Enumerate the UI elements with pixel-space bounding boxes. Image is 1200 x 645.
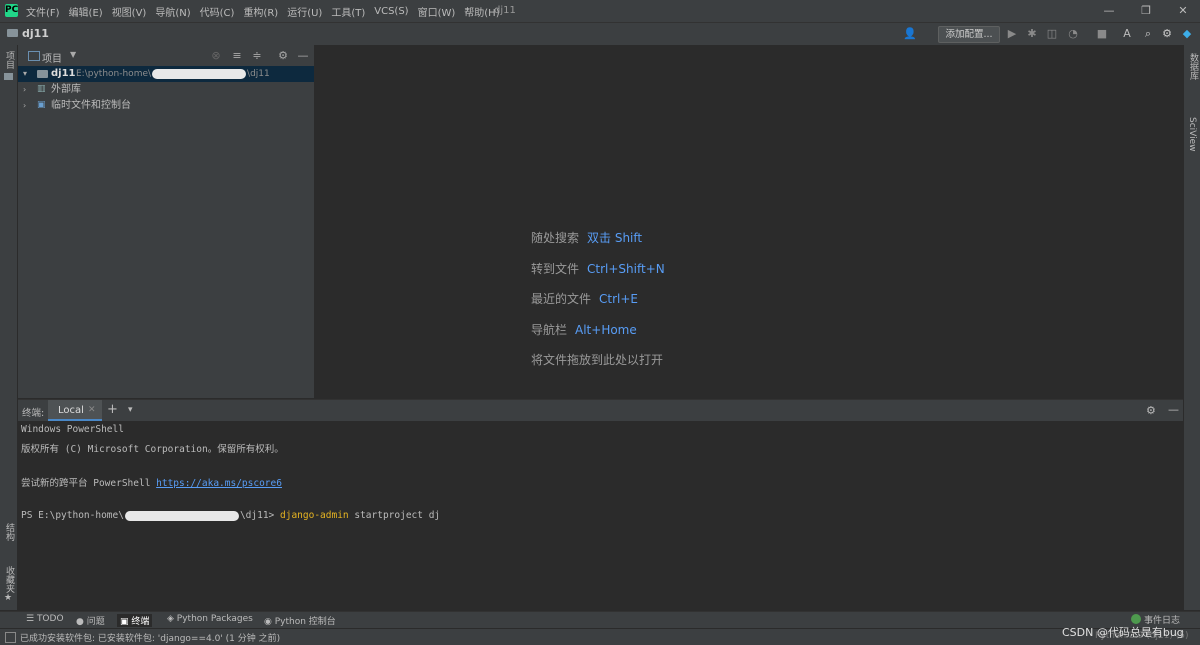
project-view-icon bbox=[28, 51, 40, 61]
run-icon[interactable]: ▶ bbox=[1005, 27, 1019, 41]
debug-icon[interactable]: ✱ bbox=[1025, 27, 1039, 41]
close-tab-icon[interactable]: ✕ bbox=[88, 405, 96, 415]
tree-item-label: 临时文件和控制台 bbox=[51, 100, 131, 111]
profile-icon[interactable]: ◔ bbox=[1066, 27, 1080, 41]
structure-tool-tab[interactable]: 结构 bbox=[3, 523, 16, 541]
window-title: dj11 bbox=[494, 5, 516, 16]
menu-file[interactable]: 文件(F) bbox=[26, 4, 60, 19]
menu-vcs[interactable]: VCS(S) bbox=[374, 6, 408, 17]
maximize-icon[interactable]: ❐ bbox=[1138, 3, 1154, 19]
star-icon: ★ bbox=[4, 593, 13, 603]
breadcrumb-project[interactable]: dj11 bbox=[22, 27, 49, 40]
terminal-header: 终端: Local ✕ + ▾ ⚙ — bbox=[18, 399, 1183, 421]
menu-tools[interactable]: 工具(T) bbox=[331, 4, 365, 19]
locate-icon[interactable]: ⊗ bbox=[209, 49, 223, 63]
watermark: CSDN @代码总是有bug bbox=[1062, 626, 1184, 639]
project-panel-header: 项目 ▼ ⊗ ≡ ≑ ⚙ — bbox=[18, 45, 314, 66]
toggle-tool-windows-icon[interactable] bbox=[5, 632, 16, 643]
project-view-selector[interactable]: 项目 bbox=[42, 50, 62, 65]
expanded-arrow-icon: ▾ bbox=[23, 69, 28, 78]
terminal-line: 版权所有 (C) Microsoft Corporation。保留所有权利。 bbox=[21, 444, 284, 455]
hint-go-to-file: 转到文件 Ctrl+Shift+N bbox=[531, 262, 665, 276]
right-tool-stripe: 数据库 SciView bbox=[1183, 45, 1200, 610]
editor-empty-area[interactable]: 随处搜索 双击 Shift 转到文件 Ctrl+Shift+N 最近的文件 Ctrl+… bbox=[315, 45, 1183, 398]
terminal-prompt-line: PS E:\python-home\ \dj11> django-admin st… bbox=[21, 510, 441, 521]
search-icon[interactable]: ⌕ bbox=[1141, 27, 1155, 41]
tab-label: Local bbox=[58, 405, 84, 416]
minimize-icon[interactable]: — bbox=[1101, 3, 1117, 19]
favorites-tool-tab[interactable]: 收藏夹 bbox=[3, 566, 16, 593]
expand-all-icon[interactable]: ≡ bbox=[230, 49, 244, 63]
left-tool-stripe: 项目 结构 收藏夹 ★ bbox=[0, 45, 18, 610]
tree-item-root[interactable]: ▾ dj11 E:\python-home\ \dj11 bbox=[18, 66, 314, 82]
database-tool-tab[interactable]: 数据库 bbox=[1187, 53, 1200, 80]
tool-window-terminal[interactable]: ▣ 终端 bbox=[117, 614, 153, 627]
navigation-bar: dj11 👤 添加配置... ▶ ✱ ◫ ◔ ■ A ⌕ ⚙ ◆ bbox=[0, 22, 1200, 46]
project-folder-icon bbox=[4, 73, 13, 80]
terminal-label: 终端: bbox=[22, 408, 45, 419]
new-tab-icon[interactable]: + bbox=[107, 402, 118, 417]
translate-icon[interactable]: A bbox=[1120, 27, 1134, 41]
gear-icon[interactable]: ⚙ bbox=[1146, 404, 1156, 417]
hint-search-everywhere: 随处搜索 双击 Shift bbox=[531, 231, 643, 245]
menu-view[interactable]: 视图(V) bbox=[112, 4, 147, 19]
redacted-region bbox=[152, 68, 247, 79]
tool-window-python-packages[interactable]: ◈ Python Packages bbox=[167, 614, 253, 624]
title-bar: PC 文件(F) 编辑(E) 视图(V) 导航(N) 代码(C) 重构(R) 运… bbox=[0, 0, 1200, 22]
tree-item-external-libraries[interactable]: › ▥ 外部库 bbox=[18, 82, 314, 98]
terminal-line: Windows PowerShell bbox=[21, 424, 124, 435]
status-message[interactable]: 已成功安装软件包: 已安装软件包: 'django==4.0' (1 分钟 之前… bbox=[20, 631, 280, 644]
hide-panel-icon[interactable]: — bbox=[296, 49, 310, 63]
pscore6-link[interactable]: https://aka.ms/pscore6 bbox=[156, 478, 282, 489]
terminal-line: 尝试新的跨平台 PowerShell https://aka.ms/pscore… bbox=[21, 478, 282, 489]
coverage-icon[interactable]: ◫ bbox=[1045, 27, 1059, 41]
hint-drop-files: 将文件拖放到此处以打开 bbox=[531, 353, 664, 367]
pycharm-logo-icon: PC bbox=[5, 4, 19, 17]
collapse-all-icon[interactable]: ≑ bbox=[250, 49, 264, 63]
menu-window[interactable]: 窗口(W) bbox=[418, 4, 456, 19]
hint-recent-files: 最近的文件 Ctrl+E bbox=[531, 292, 639, 306]
tool-window-python-console[interactable]: ◉ Python 控制台 bbox=[264, 614, 336, 627]
folder-icon bbox=[7, 29, 18, 37]
tool-window-bar: ☰ TODO ● 问题 ▣ 终端 ◈ Python Packages ◉ Pyt… bbox=[0, 611, 1200, 629]
root-name: dj11 bbox=[51, 68, 76, 79]
library-icon: ▥ bbox=[37, 84, 46, 94]
project-panel: 项目 ▼ ⊗ ≡ ≑ ⚙ — ▾ dj11 E:\python-home\ \dj… bbox=[18, 45, 315, 398]
folder-icon bbox=[37, 70, 48, 78]
menu-refactor[interactable]: 重构(R) bbox=[243, 4, 278, 19]
main-menu: 文件(F) 编辑(E) 视图(V) 导航(N) 代码(C) 重构(R) 运行(U… bbox=[26, 0, 509, 22]
plugin-icon[interactable]: ◆ bbox=[1180, 27, 1194, 41]
user-icon[interactable]: 👤 bbox=[903, 27, 917, 41]
chevron-down-icon[interactable]: ▾ bbox=[128, 405, 133, 415]
redacted-region bbox=[124, 510, 239, 521]
project-tool-tab[interactable]: 项目 bbox=[3, 51, 16, 69]
tree-item-label: 外部库 bbox=[51, 84, 81, 95]
root-path: E:\python-home\ \dj11 bbox=[76, 68, 270, 79]
stop-icon[interactable]: ■ bbox=[1095, 27, 1109, 41]
status-bar: 已成功安装软件包: 已安装软件包: 'django==4.0' (1 分钟 之前… bbox=[0, 628, 1200, 645]
hide-panel-icon[interactable]: — bbox=[1168, 403, 1179, 416]
collapsed-arrow-icon: › bbox=[23, 85, 27, 94]
hint-navigation-bar: 导航栏 Alt+Home bbox=[531, 323, 637, 337]
tool-window-problems[interactable]: ● 问题 bbox=[76, 614, 105, 627]
terminal-tab-local[interactable]: Local ✕ bbox=[48, 400, 102, 421]
menu-run[interactable]: 运行(U) bbox=[287, 4, 322, 19]
close-icon[interactable]: ✕ bbox=[1175, 3, 1191, 19]
terminal-output[interactable]: Windows PowerShell 版权所有 (C) Microsoft Co… bbox=[18, 421, 1183, 610]
sciview-tool-tab[interactable]: SciView bbox=[1187, 117, 1197, 152]
menu-navigate[interactable]: 导航(N) bbox=[155, 4, 190, 19]
gear-icon[interactable]: ⚙ bbox=[276, 49, 290, 63]
menu-edit[interactable]: 编辑(E) bbox=[69, 4, 103, 19]
chevron-down-icon[interactable]: ▼ bbox=[70, 50, 76, 59]
tool-window-todo[interactable]: ☰ TODO bbox=[26, 614, 64, 624]
tree-item-scratches[interactable]: › ▣ 临时文件和控制台 bbox=[18, 98, 314, 114]
event-log-badge-icon bbox=[1131, 614, 1141, 624]
settings-icon[interactable]: ⚙ bbox=[1160, 27, 1174, 41]
scratches-icon: ▣ bbox=[37, 100, 46, 110]
menu-code[interactable]: 代码(C) bbox=[200, 4, 235, 19]
collapsed-arrow-icon: › bbox=[23, 101, 27, 110]
add-configuration-button[interactable]: 添加配置... bbox=[938, 26, 1000, 43]
